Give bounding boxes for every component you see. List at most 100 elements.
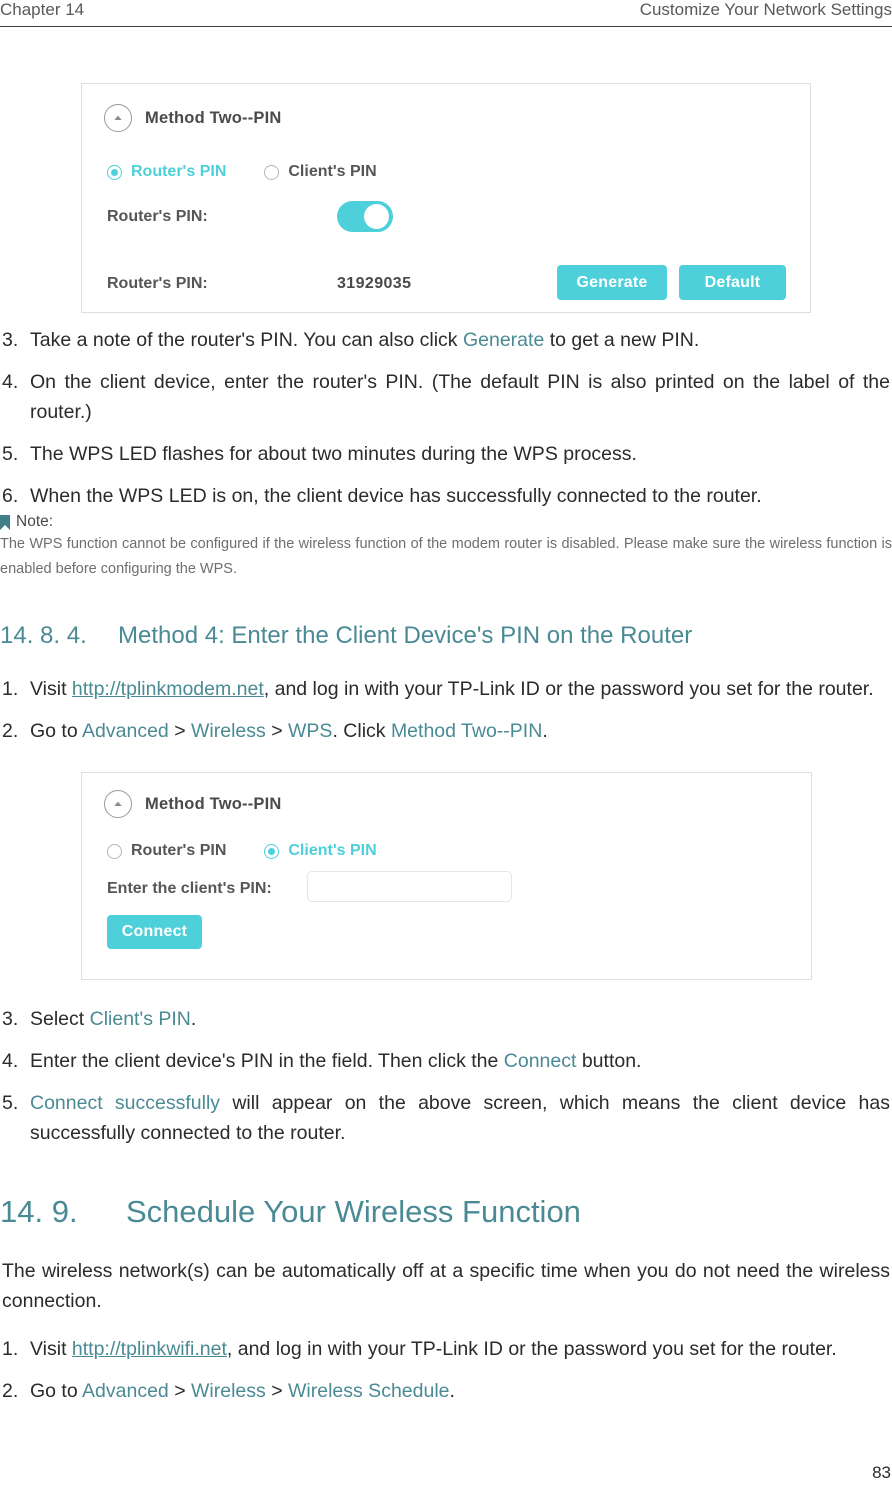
link-tplinkwifi-net[interactable]: http://tplinkwifi.net (72, 1338, 227, 1360)
list-item: 2. Go to Advanced > Wireless > Wireless … (2, 1376, 890, 1406)
text-run: Go to (30, 1380, 83, 1402)
routers-pin-toggle[interactable] (337, 201, 393, 232)
panel-two-title: Method Two--PIN (145, 794, 282, 813)
list-item-text: Enter the client device's PIN in the fie… (30, 1050, 641, 1072)
radio-routers-pin[interactable]: Router's PIN (107, 842, 226, 860)
list-item: 1. Visit http://tplinkmodem.net, and log… (2, 674, 890, 704)
routers-pin-value-label: Router's PIN: (107, 275, 208, 292)
panel-two-title-row[interactable]: Method Two--PIN (104, 790, 282, 818)
section-title: Schedule Your Wireless Function (126, 1194, 581, 1229)
note-body: The WPS function cannot be configured if… (0, 536, 892, 577)
radio-clients-pin-mark[interactable] (264, 843, 280, 859)
generate-button[interactable]: Generate (557, 265, 667, 300)
connect-button[interactable]: Connect (107, 915, 202, 949)
list-item: 4. On the client device, enter the route… (2, 367, 890, 427)
radio-routers-pin-label: Router's PIN (131, 163, 227, 180)
radio-clients-pin[interactable]: Client's PIN (264, 842, 377, 860)
radio-clients-pin-label: Client's PIN (288, 842, 377, 859)
list-item-text: Visit http://tplinkwifi.net, and log in … (30, 1338, 837, 1360)
list-item-text: Select Client's PIN. (30, 1008, 196, 1030)
chevron-up-circle-icon[interactable] (104, 790, 132, 818)
radio-clients-pin-label: Client's PIN (288, 163, 377, 180)
list-item-number: 3. (2, 329, 19, 351)
text-run: > (168, 1380, 192, 1402)
list-item-number: 2. (2, 1380, 19, 1402)
list-item: 6. When the WPS LED is on, the client de… (2, 481, 890, 511)
routers-pin-toggle-label: Router's PIN: (107, 208, 208, 225)
text-run-wps: WPS (288, 720, 333, 742)
routers-pin-value: 31929035 (337, 275, 412, 292)
list-item: 1. Visit http://tplinkwifi.net, and log … (2, 1334, 890, 1364)
text-run-generate: Generate (462, 329, 545, 351)
text-run: . (190, 1008, 197, 1030)
text-run: > (265, 720, 289, 742)
radio-routers-pin[interactable]: Router's PIN (107, 163, 226, 181)
list-item-number: 2. (2, 720, 19, 742)
panel-one-title-row[interactable]: Method Two--PIN (104, 104, 282, 132)
panel-two-radio-group: Router's PIN Client's PIN (107, 842, 377, 860)
list-item-number: 4. (2, 371, 19, 393)
client-pin-input-label: Enter the client's PIN: (107, 880, 272, 897)
steps-group-three: 3. Select Client's PIN. 4. Enter the cli… (2, 1004, 890, 1148)
text-run-connect-successfully: Connect successfully (30, 1092, 221, 1114)
default-button[interactable]: Default (679, 265, 786, 300)
text-run-advanced: Advanced (82, 1380, 169, 1402)
list-item-number: 1. (2, 1338, 19, 1360)
link-tplinkmodem-net[interactable]: http://tplinkmodem.net (72, 678, 264, 700)
list-item-text: Connect successfully will appear on the … (30, 1092, 890, 1144)
text-run: . (542, 720, 548, 742)
wps-router-pin-screenshot: Method Two--PIN Router's PIN Client's PI… (81, 83, 811, 313)
radio-routers-pin-mark[interactable] (107, 164, 122, 180)
note-title: Note: (16, 513, 54, 530)
text-run: Go to (30, 720, 83, 742)
text-run: . Click (332, 720, 391, 742)
list-item: 5. Connect successfully will appear on t… (2, 1088, 890, 1148)
radio-routers-pin-label: Router's PIN (131, 842, 227, 859)
text-run: , and log in with your TP-Link ID or the… (263, 678, 874, 700)
note-heading: Note: (0, 513, 892, 531)
radio-routers-pin-mark[interactable] (107, 843, 122, 859)
steps-group-one: 3. Take a note of the router's PIN. You … (2, 325, 890, 511)
page-header: Chapter 14 Customize Your Network Settin… (0, 0, 892, 27)
section-149-intro: The wireless network(s) can be automatic… (2, 1260, 890, 1312)
chevron-up-circle-icon[interactable] (104, 104, 132, 132)
text-run: , and log in with your TP-Link ID or the… (226, 1338, 837, 1360)
text-run: Visit (30, 1338, 72, 1360)
radio-clients-pin-mark[interactable] (264, 164, 280, 180)
list-item-text: Visit http://tplinkmodem.net, and log in… (30, 678, 874, 700)
text-run: Enter the client device's PIN in the fie… (30, 1050, 504, 1072)
list-item-number: 6. (2, 485, 19, 507)
steps-group-two: 1. Visit http://tplinkmodem.net, and log… (2, 674, 890, 746)
section-number: 14. 8. 4. (0, 622, 87, 649)
list-item-number: 5. (2, 1092, 19, 1114)
section-heading-14-8-4: 14. 8. 4. Method 4: Enter the Client Dev… (0, 622, 892, 650)
header-title: Customize Your Network Settings (639, 0, 892, 19)
list-item: 5. The WPS LED flashes for about two min… (2, 439, 890, 469)
list-item-text: On the client device, enter the router's… (30, 371, 890, 423)
list-item: 4. Enter the client device's PIN in the … (2, 1046, 890, 1076)
radio-clients-pin[interactable]: Client's PIN (264, 163, 377, 181)
text-run-advanced: Advanced (82, 720, 169, 742)
text-run-method-two-pin: Method Two--PIN (390, 720, 543, 742)
text-run: Visit (30, 678, 72, 700)
page-content: Method Two--PIN Router's PIN Client's PI… (0, 27, 892, 1485)
section-title: Method 4: Enter the Client Device's PIN … (118, 622, 693, 649)
list-item-number: 1. (2, 678, 19, 700)
text-run: button. (576, 1050, 642, 1072)
client-pin-input[interactable] (307, 871, 512, 902)
page-number: 83 (872, 1463, 891, 1482)
list-item-text: When the WPS LED is on, the client devic… (30, 485, 762, 507)
note-block: Note: The WPS function cannot be configu… (0, 513, 892, 582)
list-item-text: The WPS LED flashes for about two minute… (30, 443, 637, 465)
list-item: 3. Select Client's PIN. (2, 1004, 890, 1034)
text-run: > (265, 1380, 289, 1402)
panel-one-title: Method Two--PIN (145, 108, 282, 127)
text-run: Select (30, 1008, 90, 1030)
panel-one-radio-group: Router's PIN Client's PIN (107, 163, 377, 181)
list-item-text: Go to Advanced > Wireless > WPS. Click M… (30, 720, 548, 742)
text-run-connect: Connect (503, 1050, 577, 1072)
section-number: 14. 9. (0, 1194, 78, 1229)
list-item: 2. Go to Advanced > Wireless > WPS. Clic… (2, 716, 890, 746)
list-item-text: Go to Advanced > Wireless > Wireless Sch… (30, 1380, 455, 1402)
text-run-clients-pin: Client's PIN (89, 1008, 191, 1030)
